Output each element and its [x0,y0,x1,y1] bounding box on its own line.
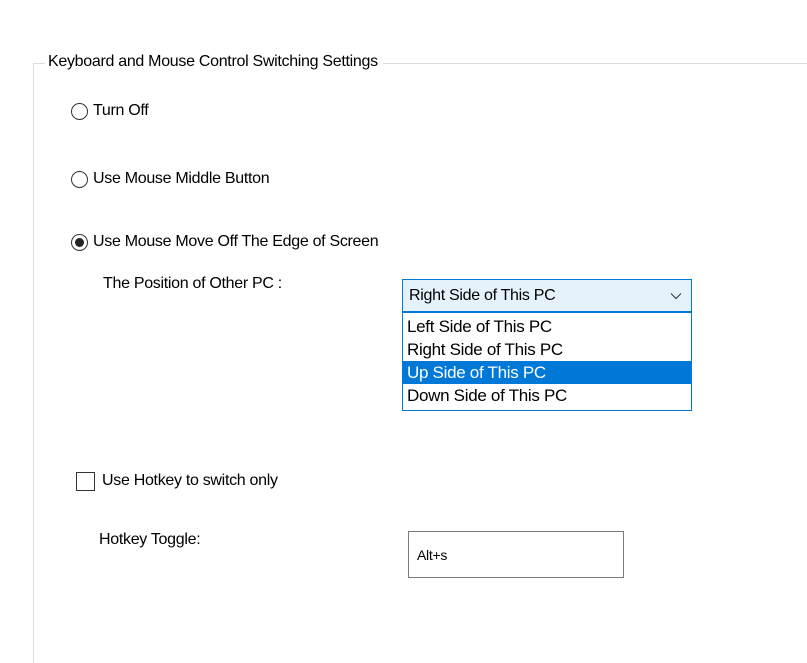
radio-indicator[interactable] [71,170,88,188]
radio-turn-off[interactable]: Turn Off [71,101,149,121]
radio-indicator[interactable] [71,102,88,120]
position-dropdown-list: Left Side of This PC Right Side of This … [402,312,692,411]
chevron-down-icon[interactable] [661,280,691,311]
hotkey-only-checkbox[interactable]: Use Hotkey to switch only [76,471,278,491]
hotkey-toggle-input[interactable] [408,531,624,578]
settings-window: Keyboard and Mouse Control Switching Set… [0,0,807,663]
position-selected-value: Right Side of This PC [409,286,556,304]
radio-label: Use Mouse Middle Button [93,170,270,187]
list-item-left-side[interactable]: Left Side of This PC [403,315,691,338]
radio-indicator[interactable] [71,233,88,251]
position-label: The Position of Other PC : [103,275,282,292]
radio-mouse-middle-button[interactable]: Use Mouse Middle Button [71,169,270,189]
radio-label: Use Mouse Move Off The Edge of Screen [93,233,379,250]
list-item-down-side[interactable]: Down Side of This PC [403,384,691,407]
chevron-down-icon-graphic [670,292,682,299]
hotkey-toggle-label: Hotkey Toggle: [99,531,201,548]
radio-label: Turn Off [93,102,149,119]
position-combobox[interactable]: Right Side of This PC [402,279,692,312]
checkbox-indicator[interactable] [76,471,95,491]
radio-mouse-move-off-edge[interactable]: Use Mouse Move Off The Edge of Screen [71,232,379,252]
groupbox-title: Keyboard and Mouse Control Switching Set… [45,51,383,73]
checkbox-label: Use Hotkey to switch only [102,472,278,489]
list-item-right-side[interactable]: Right Side of This PC [403,338,691,361]
list-item-up-side[interactable]: Up Side of This PC [403,361,691,384]
